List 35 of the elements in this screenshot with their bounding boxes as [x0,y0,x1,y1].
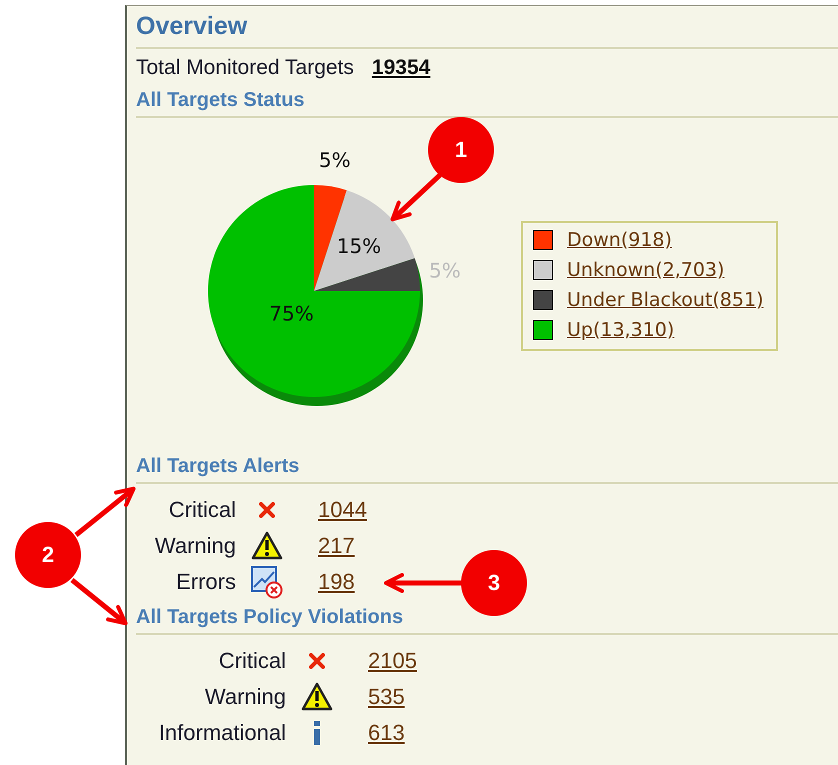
legend-link[interactable]: Up(13,310) [567,319,674,341]
slice-percent-label: 15% [336,234,382,258]
count-link[interactable]: 2105 [368,648,417,674]
row-label: Critical [218,648,286,674]
slice-percent-label: 75% [269,301,314,326]
chart-error-icon [250,565,284,599]
section-heading: All Targets Status [136,87,838,118]
legend-link[interactable]: Unknown(2,703) [567,259,724,281]
count-link[interactable]: 1044 [318,497,367,523]
warning-icon [251,531,283,561]
count-link[interactable]: 613 [368,720,405,746]
cross-icon [258,501,276,519]
count-link[interactable]: 198 [318,569,355,595]
cross-icon [308,652,326,670]
count-link[interactable]: 535 [368,684,405,710]
slice-percent-label: 5% [429,258,461,282]
total-label: Total Monitored Targets [136,56,354,80]
section-heading: All Targets Alerts [136,453,838,484]
row-label: Informational [158,720,286,746]
callout-arrow [70,578,128,626]
row-label: Critical [168,497,236,523]
slice-percent-label: 5% [318,148,351,172]
row-label: Errors [175,569,236,595]
row-label: Warning [154,533,236,559]
page-title: Overview [136,6,838,49]
legend-link[interactable]: Under Blackout(851) [567,289,764,311]
callout-number: 2 [15,522,81,588]
callout-arrow [390,173,442,222]
legend-link[interactable]: Down(918) [567,229,672,251]
count-link[interactable]: 217 [318,533,355,559]
total-count-link[interactable]: 19354 [372,56,430,80]
row-label: Warning [204,684,286,710]
callout-arrow [74,486,136,537]
warning-icon [301,682,333,712]
info-icon [313,721,321,745]
